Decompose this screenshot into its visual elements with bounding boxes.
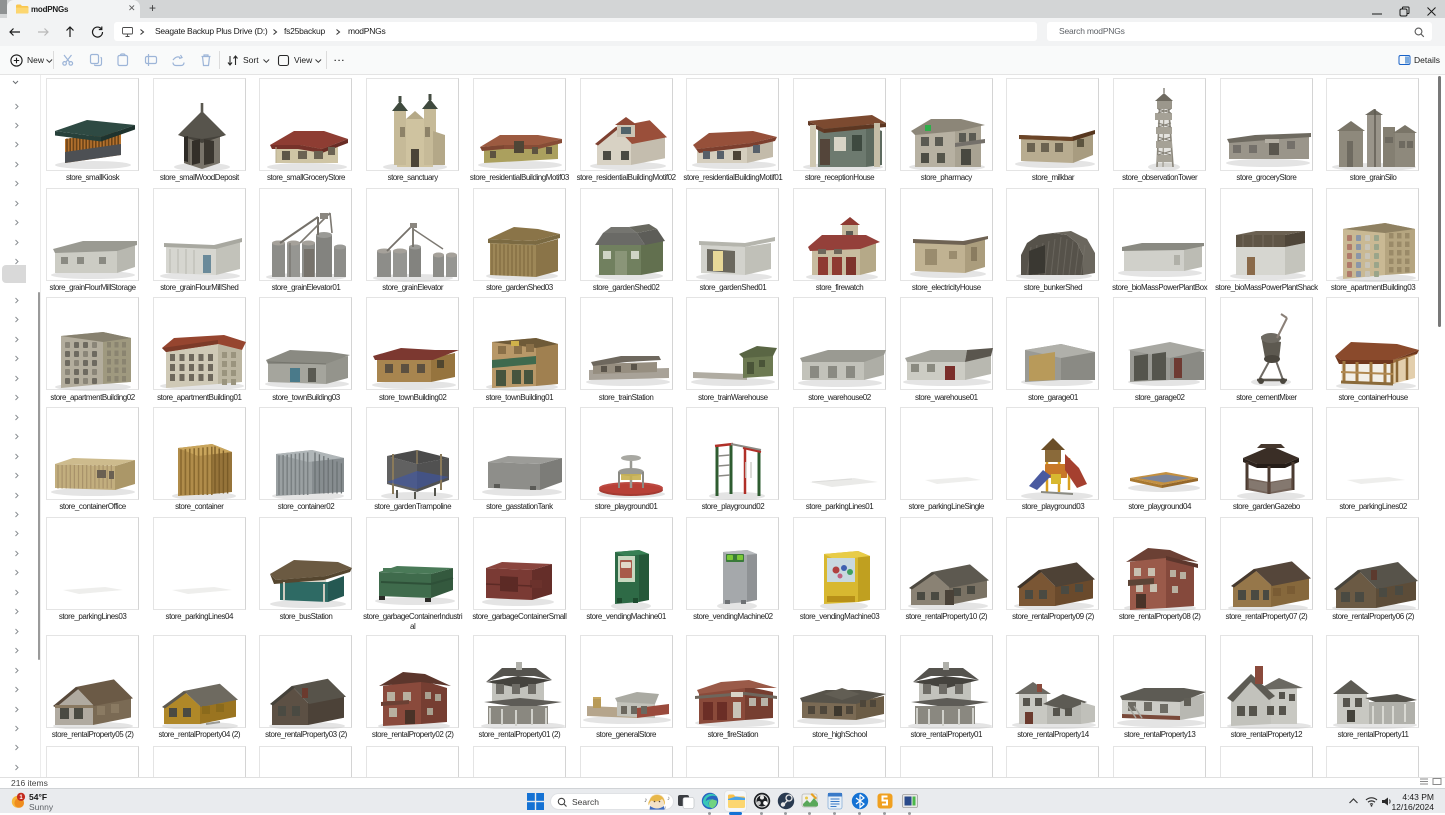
svg-text:♪: ♪ xyxy=(667,796,670,802)
svg-text:♪: ♪ xyxy=(664,805,667,811)
svg-text:♪: ♪ xyxy=(644,797,648,804)
